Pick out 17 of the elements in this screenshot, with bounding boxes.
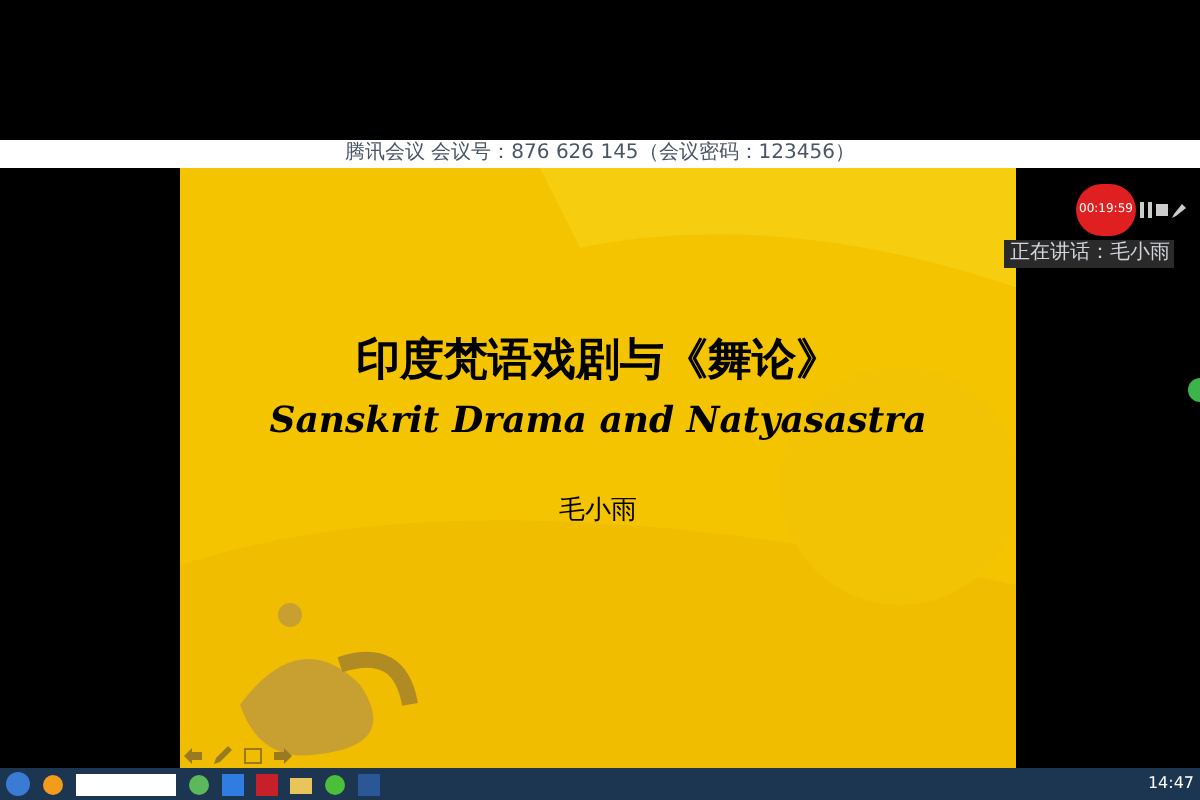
slides-icon[interactable] bbox=[244, 747, 262, 763]
slide-subtitle: Sanskrit Drama and Natyasastra bbox=[269, 398, 927, 446]
pause-icon[interactable] bbox=[1140, 202, 1152, 218]
speaker-label: 正在讲话：毛小雨 bbox=[1010, 244, 1170, 264]
app-icon[interactable] bbox=[42, 773, 64, 795]
author-name: 毛小雨 bbox=[559, 494, 637, 530]
app-icon[interactable] bbox=[222, 773, 244, 795]
window-title: 腾讯会议 会议号：876 626 145（会议密码：123456） bbox=[345, 144, 855, 164]
slide-title: 印度梵语戏剧与《舞论》 bbox=[356, 332, 840, 390]
pen-icon[interactable] bbox=[1172, 203, 1186, 217]
start-icon[interactable] bbox=[6, 772, 30, 796]
clock: 14:47 bbox=[1147, 772, 1194, 796]
search-field[interactable] bbox=[76, 773, 176, 795]
back-arrow-icon[interactable] bbox=[184, 747, 202, 763]
forward-arrow-icon[interactable] bbox=[274, 747, 292, 763]
side-handle[interactable] bbox=[1188, 378, 1200, 402]
app-icon[interactable] bbox=[188, 773, 210, 795]
